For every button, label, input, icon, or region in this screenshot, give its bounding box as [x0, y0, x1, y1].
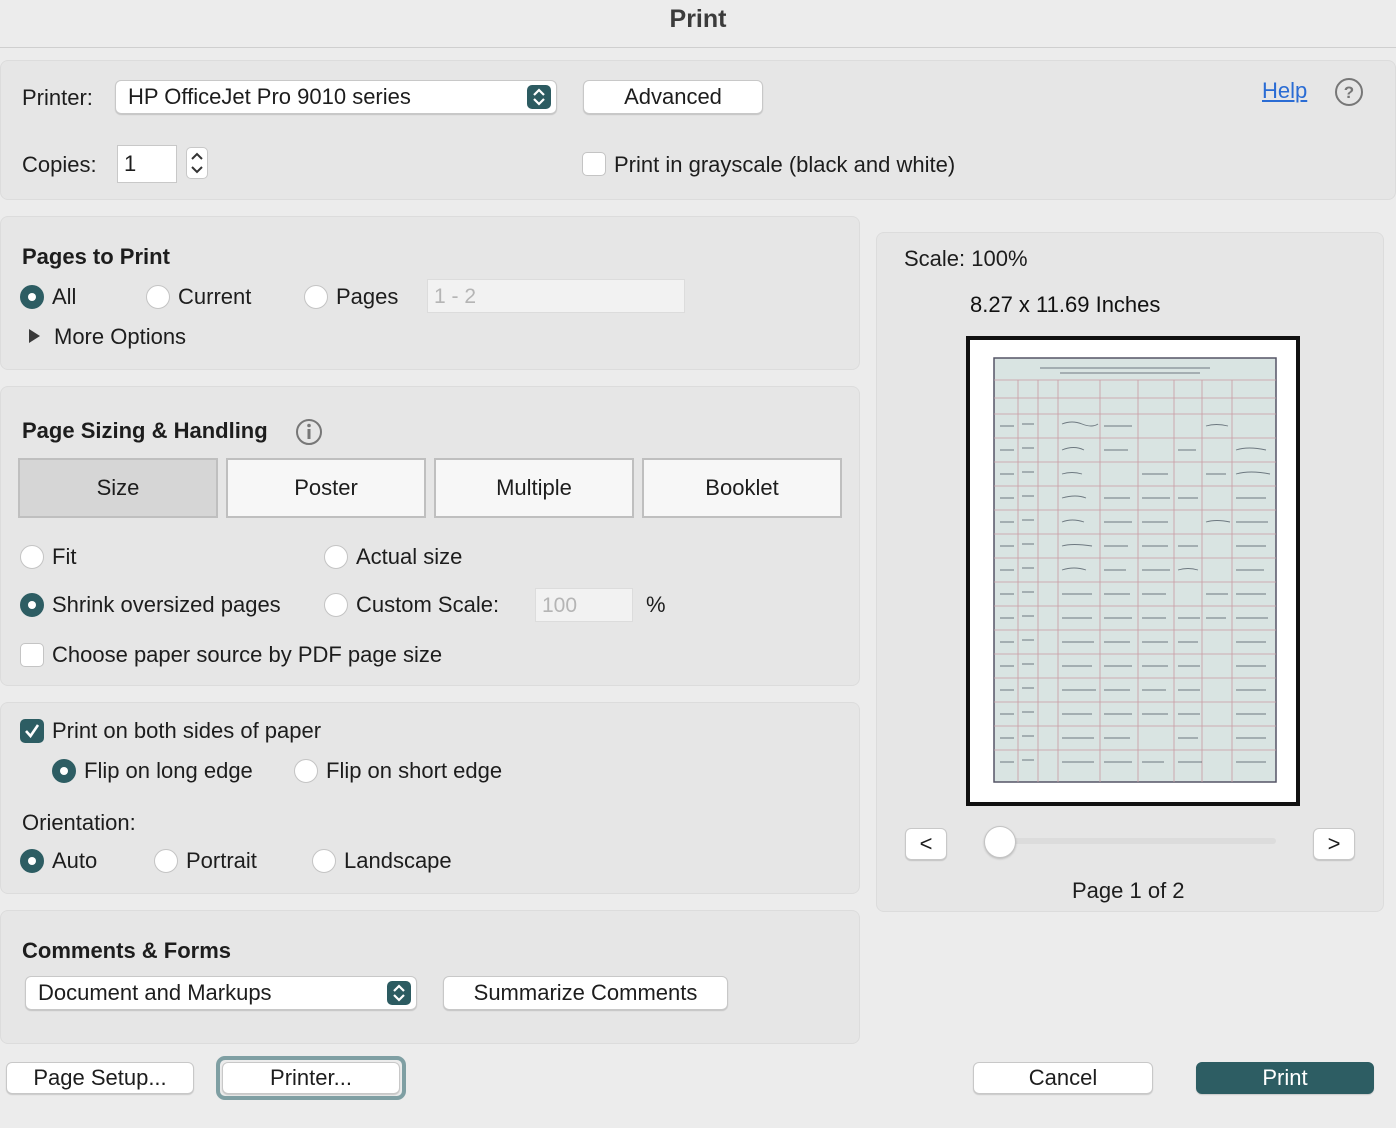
- next-page-button[interactable]: >: [1313, 828, 1355, 860]
- svg-text:?: ?: [1344, 83, 1354, 102]
- radio-fit-label: Fit: [52, 544, 77, 569]
- page-thumbnail-image: [993, 357, 1277, 783]
- page-indicator: Page 1 of 2: [1072, 878, 1185, 903]
- grayscale-checkbox[interactable]: [582, 152, 606, 176]
- printer-button[interactable]: Printer...: [222, 1062, 400, 1094]
- more-options-label[interactable]: More Options: [54, 324, 186, 350]
- grayscale-label: Print in grayscale (black and white): [614, 152, 956, 177]
- page-slider-track[interactable]: [994, 838, 1276, 844]
- radio-current-label: Current: [178, 284, 252, 309]
- page-sizing-heading: Page Sizing & Handling: [22, 418, 268, 443]
- orientation-label: Orientation:: [22, 810, 136, 835]
- radio-actual-size-label: Actual size: [356, 544, 463, 569]
- radio-all[interactable]: [20, 285, 44, 309]
- radio-flip-long-label: Flip on long edge: [84, 758, 253, 783]
- copies-input[interactable]: 1: [117, 145, 177, 183]
- percent-label: %: [646, 592, 666, 617]
- radio-landscape-label: Landscape: [344, 848, 452, 873]
- chevron-updown-icon: [527, 85, 551, 109]
- radio-custom-scale[interactable]: [324, 593, 348, 617]
- radio-shrink-label: Shrink oversized pages: [52, 592, 281, 617]
- help-icon[interactable]: ?: [1334, 77, 1364, 107]
- printer-label: Printer:: [22, 85, 93, 110]
- both-sides-label: Print on both sides of paper: [52, 718, 322, 743]
- printer-select[interactable]: HP OfficeJet Pro 9010 series: [115, 80, 557, 114]
- tab-multiple[interactable]: Multiple: [434, 458, 634, 518]
- radio-flip-short[interactable]: [294, 759, 318, 783]
- paper-size-text: 8.27 x 11.69 Inches: [970, 292, 1161, 317]
- radio-auto[interactable]: [20, 849, 44, 873]
- page-slider-thumb[interactable]: [984, 826, 1016, 858]
- pages-to-print-heading: Pages to Print: [22, 244, 170, 269]
- tab-poster[interactable]: Poster: [226, 458, 426, 518]
- summarize-comments-button[interactable]: Summarize Comments: [443, 976, 728, 1010]
- both-sides-checkbox[interactable]: [20, 719, 44, 743]
- page-setup-button[interactable]: Page Setup...: [6, 1062, 194, 1094]
- copies-stepper[interactable]: [186, 147, 208, 179]
- page-range-input[interactable]: 1 - 2: [427, 279, 685, 313]
- checkmark-icon: [25, 724, 40, 739]
- comments-forms-heading: Comments & Forms: [22, 938, 232, 963]
- copies-label: Copies:: [22, 152, 97, 177]
- tab-size[interactable]: Size: [18, 458, 218, 518]
- chevron-updown-icon: [387, 981, 411, 1005]
- info-icon[interactable]: [295, 418, 323, 446]
- cancel-button[interactable]: Cancel: [973, 1062, 1153, 1094]
- radio-auto-label: Auto: [52, 848, 98, 873]
- paper-source-checkbox[interactable]: [20, 643, 44, 667]
- radio-pages-label: Pages: [336, 284, 399, 309]
- comments-select[interactable]: Document and Markups: [25, 976, 417, 1010]
- radio-flip-short-label: Flip on short edge: [326, 758, 503, 783]
- radio-portrait-label: Portrait: [186, 848, 257, 873]
- radio-all-label: All: [52, 284, 77, 309]
- previous-page-button[interactable]: <: [905, 828, 947, 860]
- disclosure-triangle-icon[interactable]: [28, 328, 42, 344]
- radio-flip-long[interactable]: [52, 759, 76, 783]
- paper-source-label: Choose paper source by PDF page size: [52, 642, 443, 667]
- radio-actual-size[interactable]: [324, 545, 348, 569]
- radio-landscape[interactable]: [312, 849, 336, 873]
- custom-scale-input[interactable]: 100: [535, 588, 633, 622]
- radio-current[interactable]: [146, 285, 170, 309]
- printer-select-value: HP OfficeJet Pro 9010 series: [128, 84, 411, 109]
- dialog-title: Print: [0, 0, 1396, 48]
- page-preview: [966, 336, 1300, 806]
- radio-pages[interactable]: [304, 285, 328, 309]
- help-link[interactable]: Help: [1262, 78, 1307, 104]
- comments-select-value: Document and Markups: [38, 980, 272, 1005]
- tab-booklet[interactable]: Booklet: [642, 458, 842, 518]
- print-button[interactable]: Print: [1196, 1062, 1374, 1094]
- radio-fit[interactable]: [20, 545, 44, 569]
- advanced-button[interactable]: Advanced: [583, 80, 763, 114]
- radio-portrait[interactable]: [154, 849, 178, 873]
- radio-custom-scale-label: Custom Scale:: [356, 592, 500, 617]
- radio-shrink[interactable]: [20, 593, 44, 617]
- scale-text: Scale: 100%: [904, 246, 1028, 271]
